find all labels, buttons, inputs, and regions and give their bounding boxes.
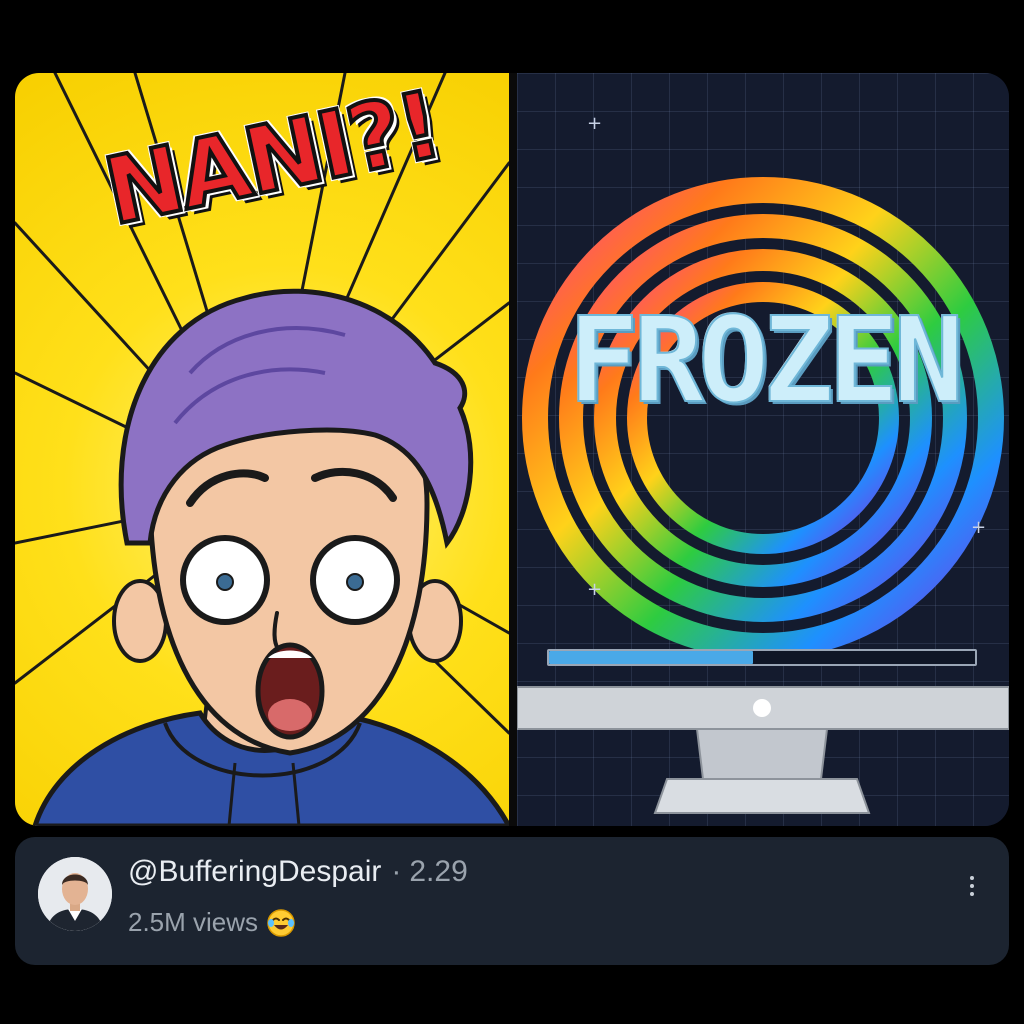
tears-of-joy-emoji-icon <box>267 908 295 937</box>
panel-divider <box>509 73 517 826</box>
views-row: 2.5M views <box>128 907 296 938</box>
frozen-headline: FROZEN <box>567 291 965 429</box>
svg-text:+: + <box>587 579 602 600</box>
post-thumbnail[interactable]: NANI?! + + + FROZEN <box>15 73 1009 826</box>
right-panel-frozen-screen: + + + FROZEN <box>517 73 1009 826</box>
channel-handle-link[interactable]: @BufferingDespair <box>128 855 381 888</box>
svg-text:+: + <box>971 517 986 538</box>
post-info-bar: @BufferingDespair · 2.29 2.5M views <box>15 837 1009 965</box>
channel-meta: @BufferingDespair · 2.29 <box>128 855 468 889</box>
left-panel-shocked-face: NANI?! <box>15 73 509 826</box>
post-time: 2.29 <box>409 855 468 888</box>
more-options-kebab-icon[interactable] <box>961 871 983 901</box>
view-count: 2.5M views <box>128 907 259 937</box>
monitor-icon <box>517 686 1009 814</box>
frozen-computer-illustration: + + + <box>517 113 1009 814</box>
meta-separator: · <box>391 855 402 888</box>
loading-progress-bar <box>547 649 977 666</box>
channel-avatar[interactable] <box>38 857 112 931</box>
avatar-person-icon <box>38 857 112 931</box>
svg-text:+: + <box>587 113 602 134</box>
loading-progress-fill <box>549 651 754 664</box>
